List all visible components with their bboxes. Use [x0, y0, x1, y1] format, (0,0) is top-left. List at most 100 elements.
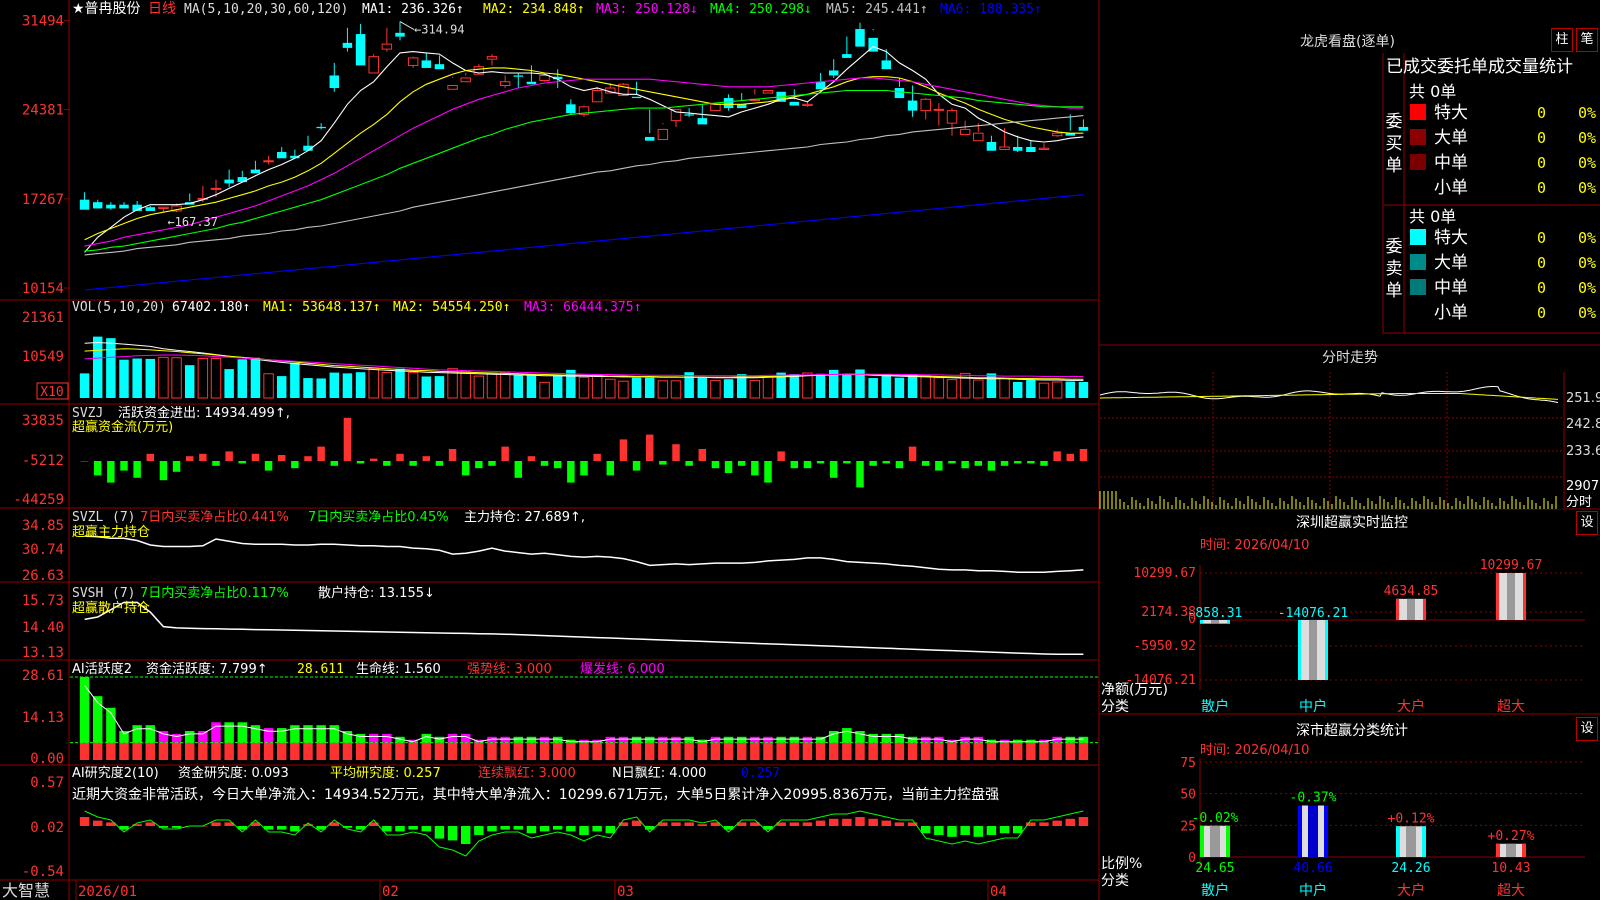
research-bar-neg[interactable] — [434, 826, 445, 839]
fund-flow-bar-in[interactable] — [277, 455, 286, 461]
fund-flow-bar-in[interactable] — [422, 456, 431, 461]
activity-bar-top[interactable] — [1065, 736, 1076, 743]
activity-bar-base[interactable] — [1078, 742, 1089, 760]
research-bar-neg[interactable] — [290, 826, 300, 832]
research-bar-pos[interactable] — [815, 820, 826, 826]
activity-bar-base[interactable] — [145, 742, 156, 760]
activity-bar-base[interactable] — [1026, 742, 1036, 760]
volume-bar-up[interactable] — [591, 374, 603, 399]
candle-up[interactable] — [381, 43, 393, 50]
research-bar-neg[interactable] — [960, 826, 970, 835]
fund-flow-bar-out[interactable] — [264, 461, 273, 471]
fund-flow-bar-out[interactable] — [882, 461, 891, 464]
candle-down[interactable] — [1078, 126, 1089, 131]
candle-down[interactable] — [815, 81, 826, 90]
activity-bar-base[interactable] — [736, 742, 747, 760]
activity-bar-top[interactable] — [723, 736, 734, 743]
candle-down[interactable] — [395, 32, 405, 37]
fund-flow-bar-in[interactable] — [199, 453, 207, 461]
research-bar-pos[interactable] — [789, 822, 800, 826]
candle-up[interactable] — [920, 98, 931, 112]
volume-bar-down[interactable] — [907, 374, 918, 398]
candle-up[interactable] — [802, 103, 813, 107]
activity-bar-base[interactable] — [605, 742, 616, 760]
fund-flow-bar-out[interactable] — [212, 461, 220, 466]
volume-bar-up[interactable] — [605, 378, 616, 399]
research-bar-pos[interactable] — [828, 818, 839, 826]
fund-flow-bar-out[interactable] — [895, 461, 904, 469]
volume-bar-down[interactable] — [316, 378, 326, 398]
fund-flow-bar-in[interactable] — [908, 446, 917, 461]
activity-bar-top[interactable] — [355, 733, 366, 743]
volume-bar-up[interactable] — [710, 379, 721, 399]
volume-bar-down[interactable] — [355, 372, 366, 398]
activity-bar-top[interactable] — [750, 736, 760, 743]
fund-flow-bar-in[interactable] — [369, 458, 378, 461]
activity-bar-base[interactable] — [290, 742, 300, 760]
activity-bar-base[interactable] — [723, 742, 734, 760]
candle-down[interactable] — [106, 204, 116, 209]
activity-bar-base[interactable] — [631, 742, 642, 760]
volume-bar-down[interactable] — [224, 369, 234, 398]
fund-flow-bar-out[interactable] — [737, 461, 746, 466]
activity-bar-base[interactable] — [500, 742, 510, 760]
volume-bar-up[interactable] — [197, 358, 209, 399]
activity-bar-base[interactable] — [303, 742, 313, 760]
fund-flow-bar-in[interactable] — [448, 449, 457, 461]
fund-flow-bar-out[interactable] — [540, 461, 549, 466]
volume-bar-down[interactable] — [815, 373, 826, 398]
activity-bar-base[interactable] — [710, 742, 721, 760]
candle-down[interactable] — [644, 136, 655, 141]
volume-bar-up[interactable] — [1051, 381, 1063, 399]
research-bar-pos[interactable] — [1078, 817, 1089, 826]
fund-flow-bar-out[interactable] — [843, 461, 851, 464]
fund-flow-bar-in[interactable] — [672, 444, 680, 461]
candle-down[interactable] — [1026, 146, 1036, 152]
candle-down[interactable] — [828, 70, 839, 76]
activity-bar-top[interactable] — [368, 733, 379, 743]
activity-bar-top[interactable] — [329, 725, 340, 743]
research-bar-pos[interactable] — [868, 818, 878, 826]
volume-bar-up[interactable] — [171, 357, 182, 399]
fund-flow-bar-out[interactable] — [764, 461, 772, 483]
candle-up[interactable] — [670, 108, 682, 122]
activity-bar-top[interactable] — [539, 736, 550, 743]
activity-bar-base[interactable] — [894, 742, 905, 760]
research-bar-pos[interactable] — [79, 817, 90, 826]
volume-bar-down[interactable] — [434, 376, 445, 398]
volume-bar-down[interactable] — [552, 375, 563, 398]
fund-flow-bar-in[interactable] — [619, 439, 628, 461]
activity-bar-top[interactable] — [290, 725, 300, 743]
activity-bar-base[interactable] — [158, 742, 169, 760]
research-bar-neg[interactable] — [421, 826, 432, 832]
fund-flow-bar-out[interactable] — [238, 461, 247, 464]
tick-view-button[interactable]: 笔 — [1576, 28, 1598, 52]
fund-flow-bar-out[interactable] — [816, 461, 825, 464]
volume-bar-up[interactable] — [946, 379, 958, 399]
activity-bar-base[interactable] — [408, 742, 418, 760]
fund-flow-bar-in[interactable] — [225, 451, 233, 461]
research-bar-neg[interactable] — [1012, 826, 1023, 834]
candle-down[interactable] — [276, 152, 287, 159]
candle-up[interactable] — [368, 56, 379, 74]
fund-flow-bar-in[interactable] — [777, 451, 785, 461]
activity-bar-top[interactable] — [434, 736, 445, 743]
activity-bar-top[interactable] — [447, 733, 458, 743]
activity-bar-top[interactable] — [198, 730, 208, 743]
activity-bar-base[interactable] — [763, 742, 773, 760]
volume-bar-up[interactable] — [802, 372, 813, 399]
volume-bar-up[interactable] — [762, 376, 774, 399]
fund-flow-bar-out[interactable] — [632, 461, 641, 471]
activity-bar-base[interactable] — [842, 742, 852, 760]
research-bar-pos[interactable] — [1065, 818, 1076, 826]
fund-flow-bar-in[interactable] — [1053, 451, 1061, 461]
activity-bar-top[interactable] — [132, 725, 142, 743]
sz-monitor-settings-button[interactable]: 设 — [1576, 511, 1598, 535]
research-bar-neg[interactable] — [920, 826, 931, 834]
activity-bar-base[interactable] — [776, 742, 786, 760]
candle-down[interactable] — [1012, 146, 1023, 151]
fund-flow-bar-out[interactable] — [488, 461, 496, 466]
volume-bar-down[interactable] — [1026, 380, 1036, 398]
candle-down[interactable] — [224, 179, 234, 184]
fund-flow-bar-out[interactable] — [711, 461, 720, 469]
